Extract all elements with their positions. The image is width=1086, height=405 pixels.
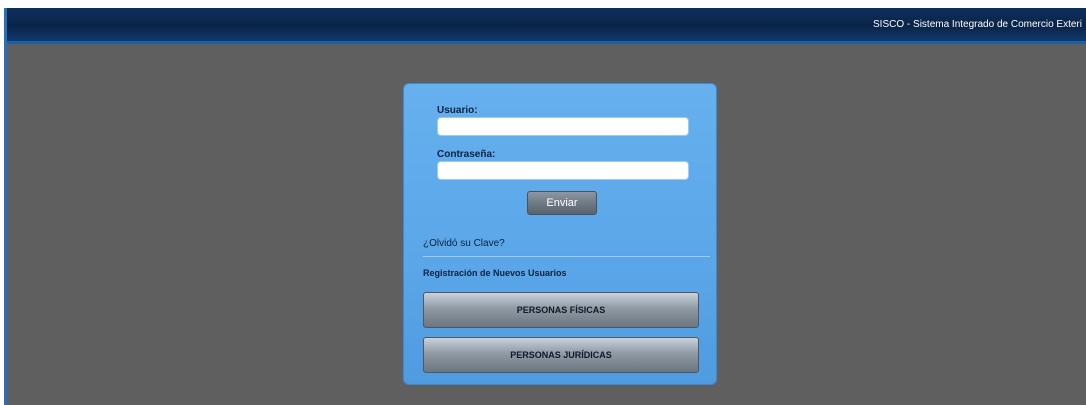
app-title: SISCO - Sistema Integrado de Comercio Ex… — [873, 19, 1082, 30]
registration-title: Registración de Nuevos Usuarios — [423, 268, 567, 278]
user-label: Usuario: — [437, 105, 478, 116]
top-bar: SISCO - Sistema Integrado de Comercio Ex… — [7, 8, 1086, 44]
submit-button[interactable]: Enviar — [527, 191, 597, 215]
register-personas-juridicas-button[interactable]: PERSONAS JURÍDICAS — [423, 337, 699, 373]
register-personas-fisicas-button[interactable]: PERSONAS FÍSICAS — [423, 292, 699, 328]
login-panel: Usuario: Contraseña: Enviar ¿Olvidó su C… — [403, 83, 717, 385]
forgot-password-link[interactable]: ¿Olvidó su Clave? — [423, 238, 505, 249]
password-label: Contraseña: — [437, 149, 496, 160]
divider — [423, 256, 710, 257]
password-input[interactable] — [437, 161, 689, 180]
user-input[interactable] — [437, 117, 689, 136]
page-frame: SISCO - Sistema Integrado de Comercio Ex… — [4, 8, 1086, 405]
